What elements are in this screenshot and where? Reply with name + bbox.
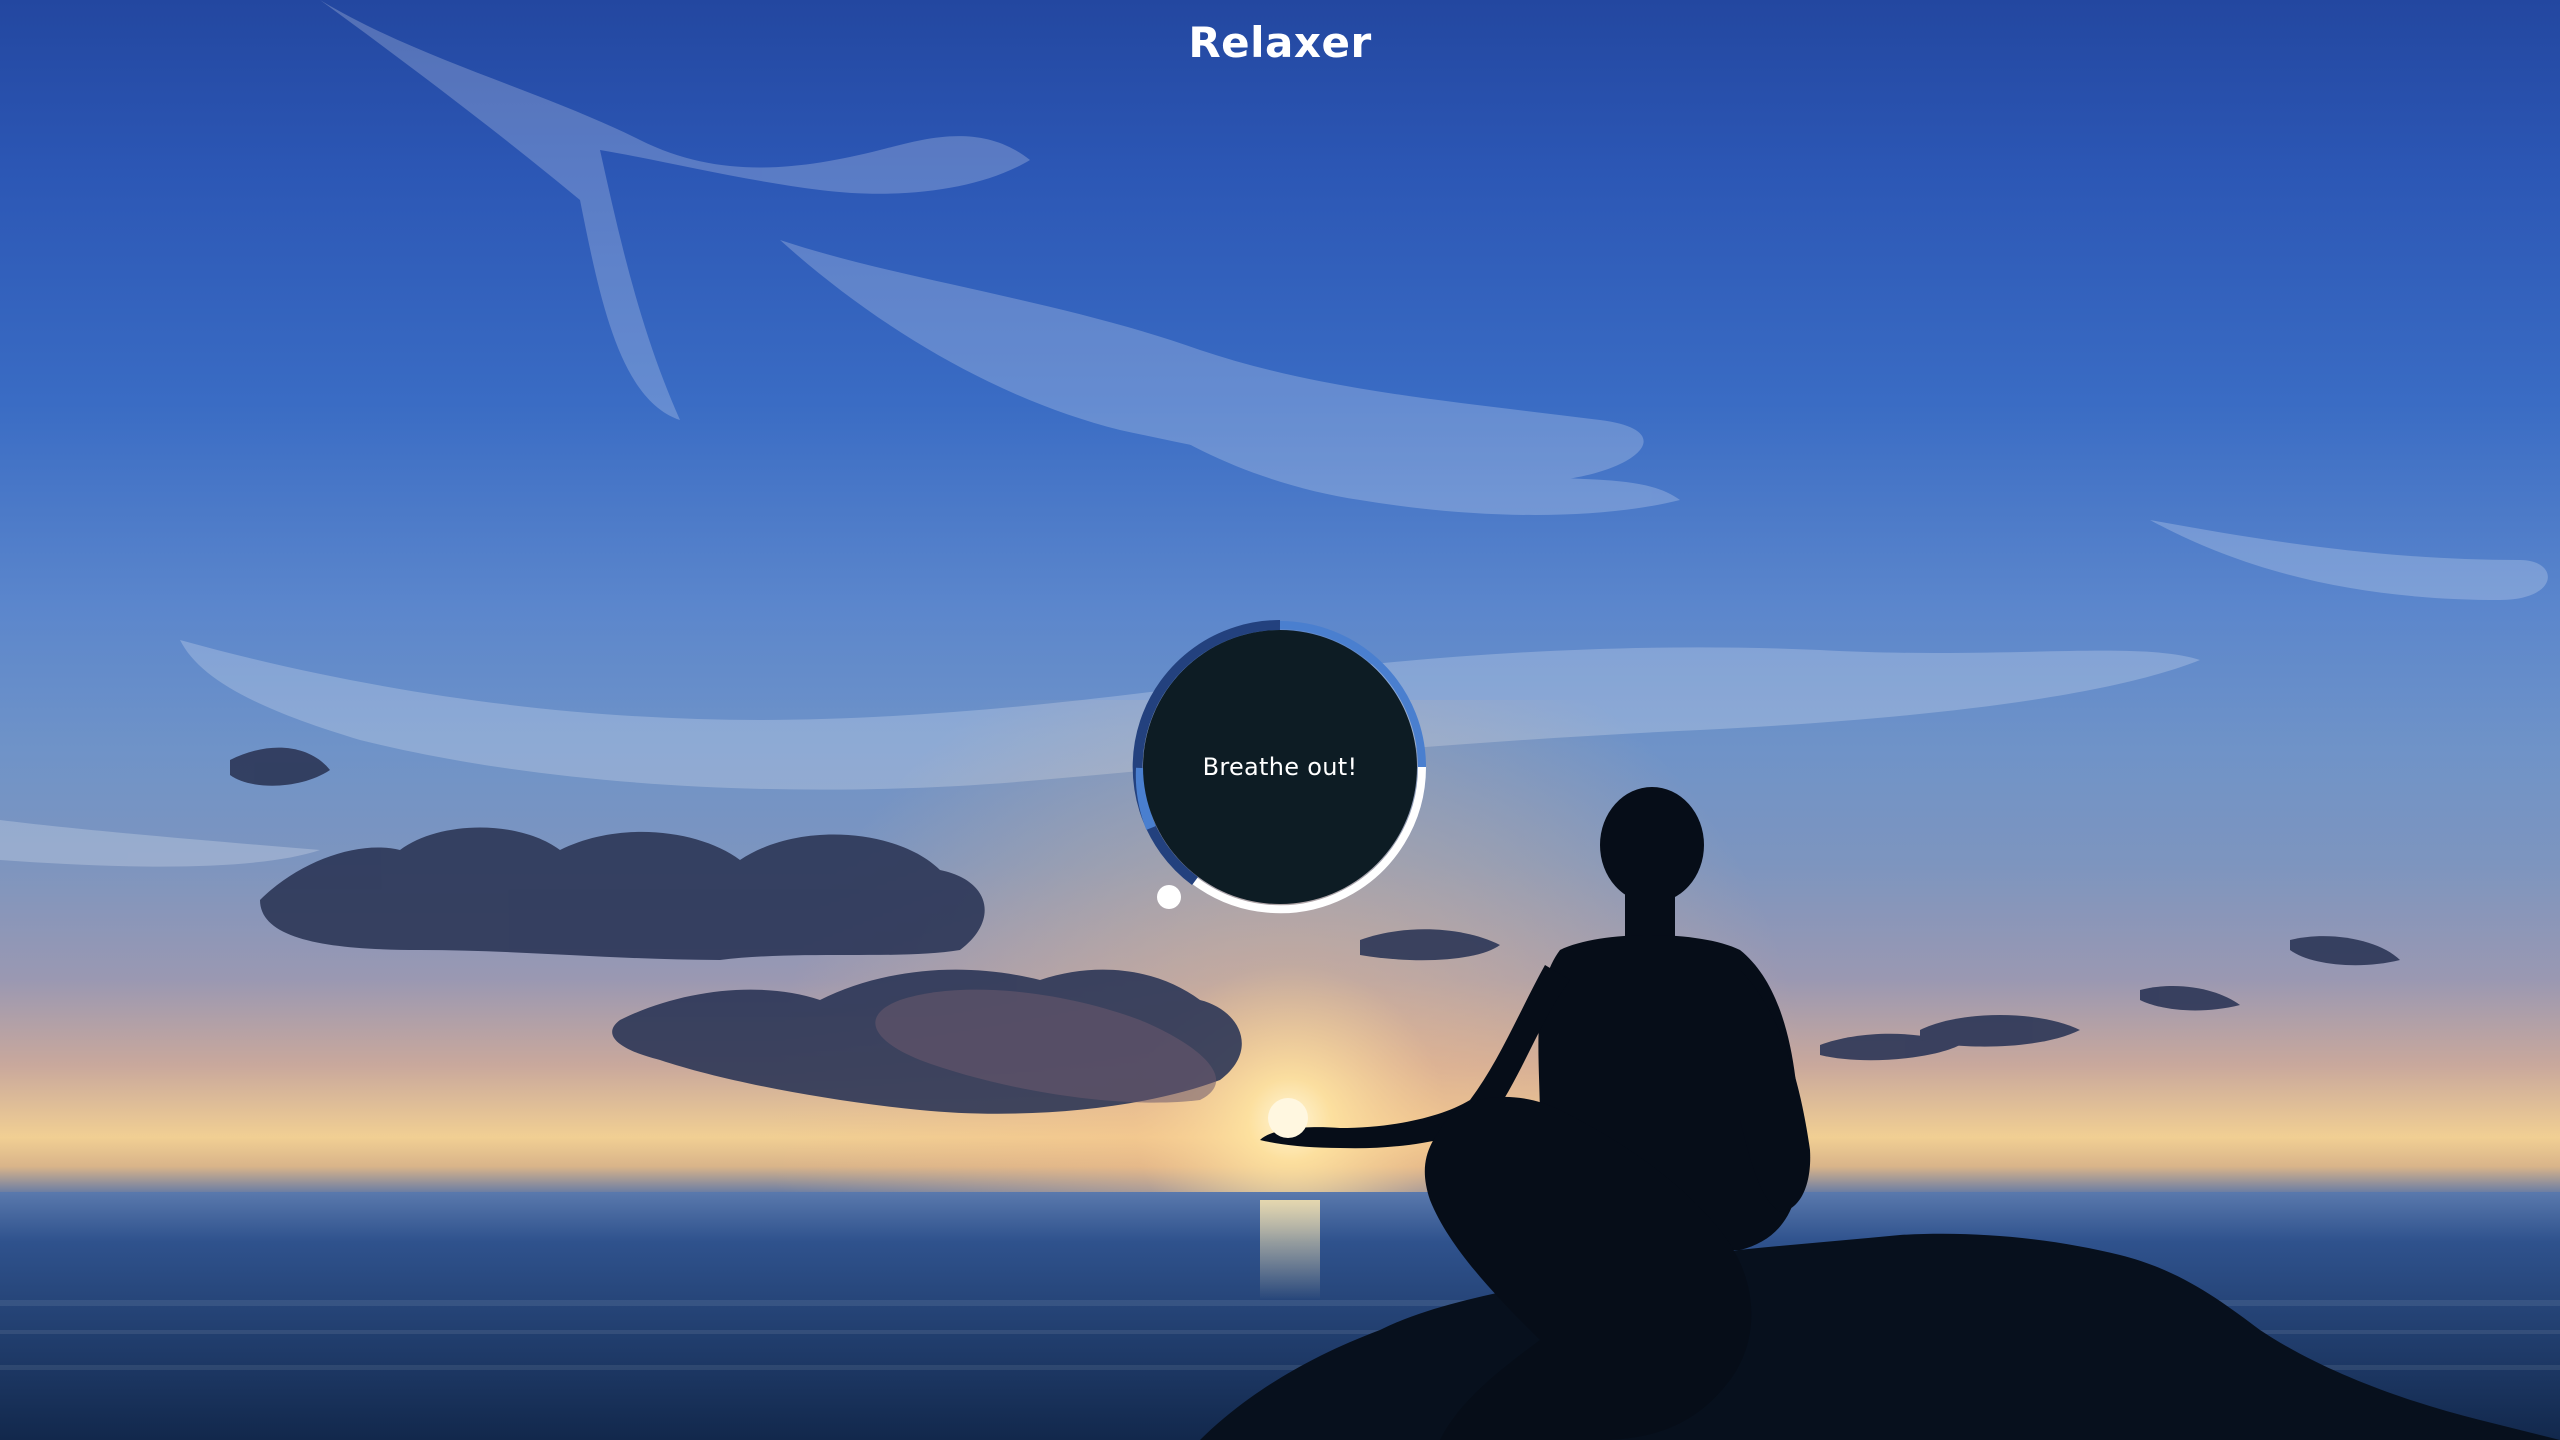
breathing-inner-circle: Breathe out!: [1143, 630, 1417, 904]
breathing-progress-dot: [1157, 885, 1181, 909]
app-title: Relaxer: [1188, 18, 1372, 67]
breathing-instruction: Breathe out!: [1202, 753, 1358, 781]
breathing-circle: Breathe out!: [1131, 618, 1429, 916]
app-background: Relaxer Breathe out!: [0, 0, 2560, 1440]
